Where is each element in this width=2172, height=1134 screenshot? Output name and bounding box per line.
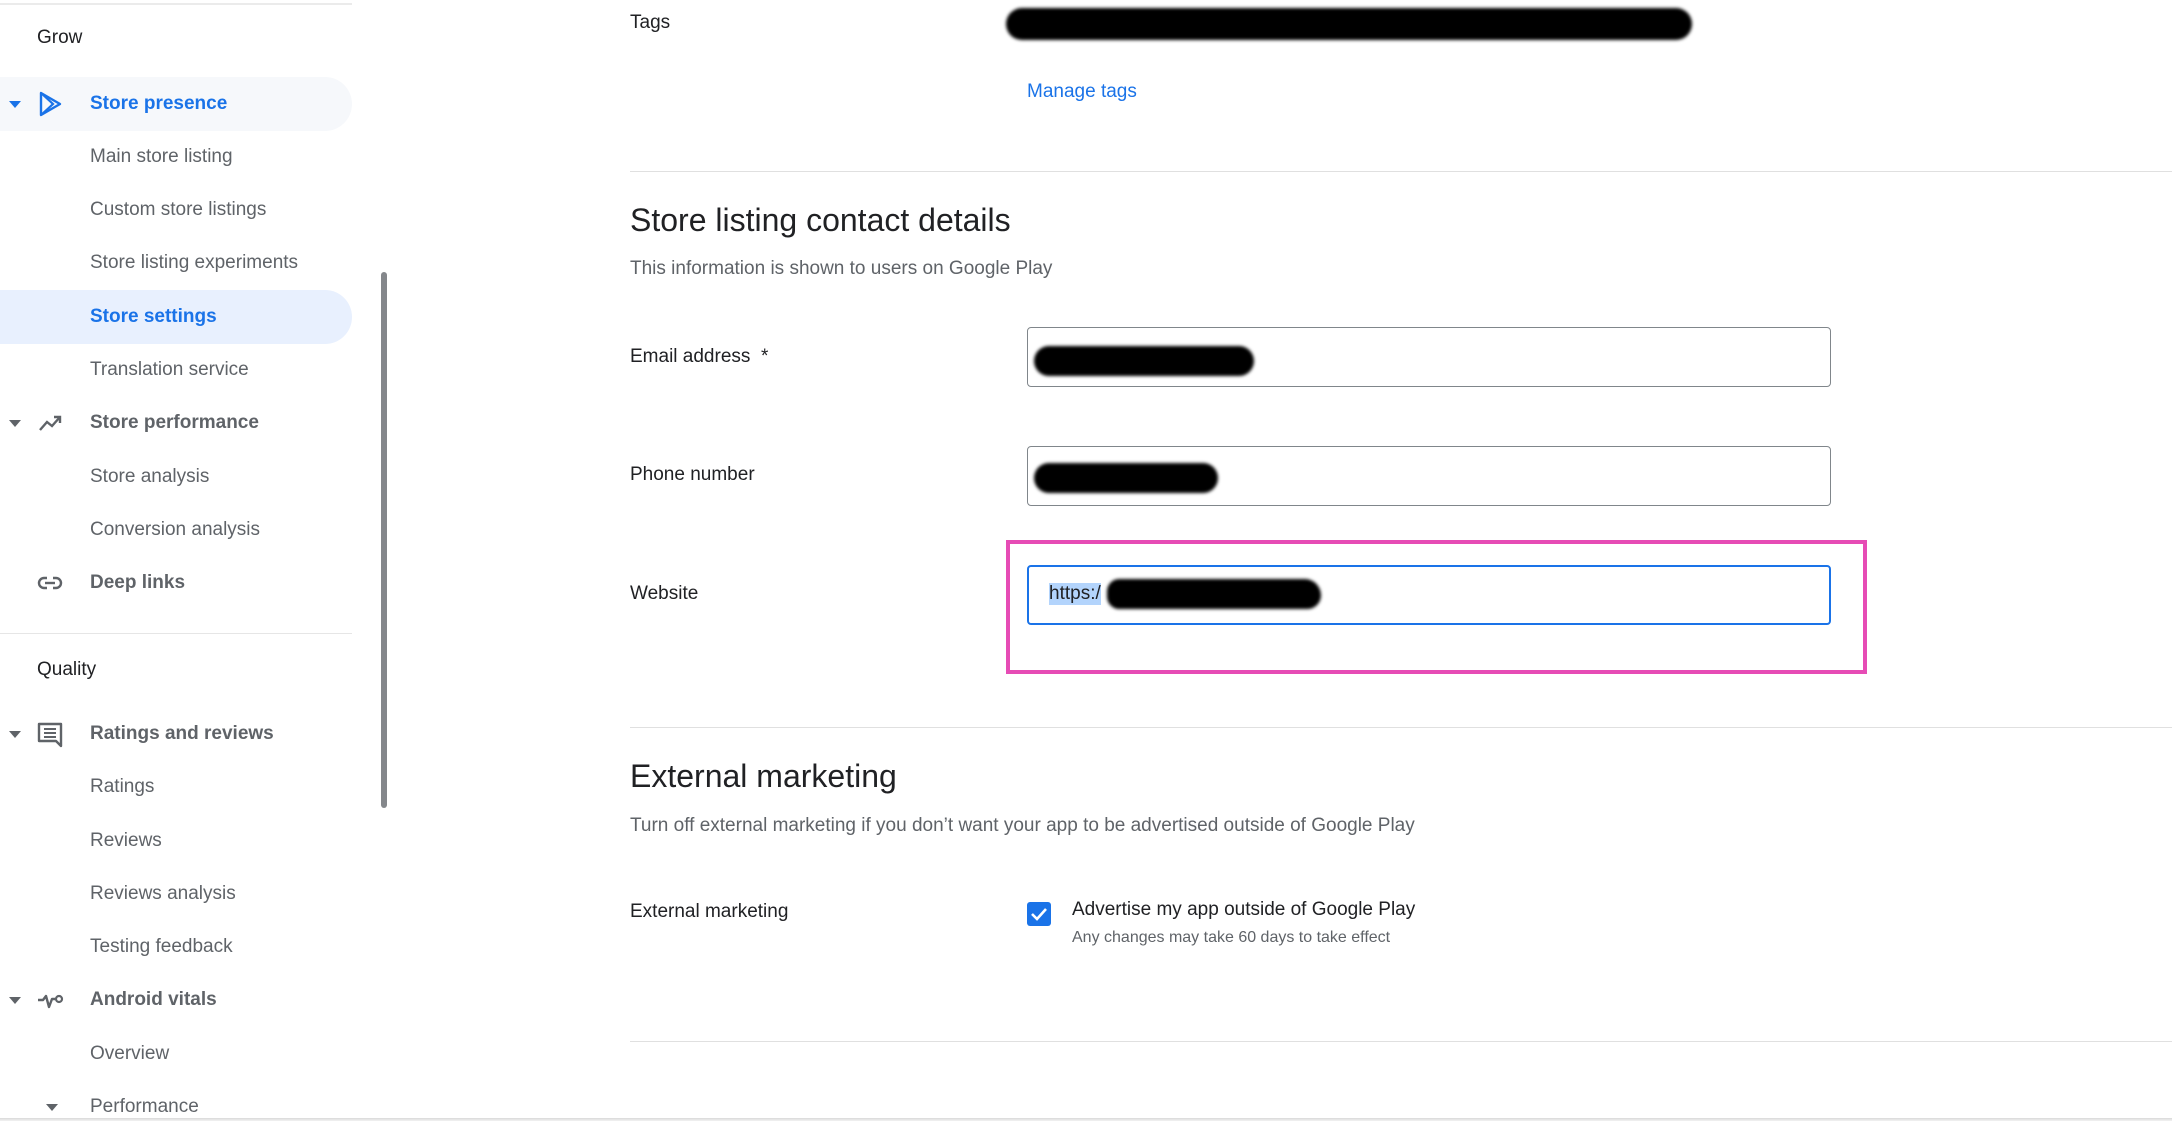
phone-field[interactable] [1027, 446, 1831, 506]
sidebar-item-store-performance[interactable]: Store performance [0, 396, 352, 450]
sidebar-item-overview[interactable]: Overview [0, 1027, 352, 1081]
play-store-icon [39, 91, 62, 117]
website-label: Website [630, 583, 699, 604]
website-value-redacted [1107, 579, 1321, 609]
email-label-text: Email address [630, 346, 751, 367]
sidebar-item-performance[interactable]: Performance [0, 1080, 352, 1134]
chevron-down-icon[interactable] [9, 996, 21, 1004]
email-field[interactable] [1027, 327, 1831, 387]
external-marketing-label: External marketing [630, 901, 789, 922]
section-title-grow: Grow [37, 27, 83, 48]
section-divider [630, 171, 2172, 172]
sidebar-item-store-presence[interactable]: Store presence [0, 77, 352, 131]
email-label: Email address * [630, 346, 768, 368]
sidebar-scrollbar[interactable] [381, 272, 387, 808]
email-value-redacted [1034, 346, 1254, 376]
sidebar-item-label: Main store listing [90, 146, 233, 167]
sidebar-item-label: Android vitals [90, 989, 217, 1010]
sidebar-item-label: Reviews analysis [90, 883, 236, 904]
sidebar-item-ratings[interactable]: Ratings [0, 760, 352, 814]
manage-tags-link[interactable]: Manage tags [1027, 81, 1137, 103]
sidebar-item-deep-links[interactable]: Deep links [0, 556, 352, 610]
vitals-icon [38, 994, 64, 1009]
section-divider [630, 727, 2172, 728]
chevron-down-icon[interactable] [9, 100, 21, 108]
sidebar-item-store-settings[interactable]: Store settings [0, 290, 352, 344]
sidebar-item-conversion-analysis[interactable]: Conversion analysis [0, 503, 352, 557]
sidebar-item-main-store-listing[interactable]: Main store listing [0, 130, 352, 184]
contact-details-subtitle: This information is shown to users on Go… [630, 258, 1053, 279]
external-marketing-subtitle: Turn off external marketing if you don’t… [630, 815, 1415, 836]
sidebar-divider [0, 633, 352, 634]
sidebar-item-store-listing-experiments[interactable]: Store listing experiments [0, 236, 352, 290]
tags-label: Tags [630, 12, 671, 33]
sidebar-item-testing-feedback[interactable]: Testing feedback [0, 920, 352, 974]
link-icon [37, 576, 63, 590]
chevron-down-icon[interactable] [9, 730, 21, 738]
required-mark: * [760, 346, 769, 367]
chevron-down-icon[interactable] [9, 419, 21, 427]
sidebar-item-reviews[interactable]: Reviews [0, 814, 352, 868]
sidebar-item-store-analysis[interactable]: Store analysis [0, 450, 352, 504]
advertise-checkbox[interactable] [1027, 902, 1051, 926]
phone-value-redacted [1034, 463, 1218, 493]
sidebar-item-label: Performance [90, 1096, 199, 1117]
sidebar-item-android-vitals[interactable]: Android vitals [0, 973, 352, 1027]
sidebar-item-label: Store performance [90, 412, 259, 433]
website-field[interactable]: https:/ [1027, 565, 1831, 625]
chevron-down-icon[interactable] [46, 1103, 58, 1111]
section-title-quality: Quality [37, 659, 97, 680]
sidebar-item-custom-store-listings[interactable]: Custom store listings [0, 183, 352, 237]
website-value-prefix: https:/ [1049, 583, 1101, 605]
section-divider [630, 1041, 2172, 1042]
sidebar-item-label: Deep links [90, 572, 186, 593]
sidebar-item-label: Reviews [90, 830, 162, 851]
phone-label: Phone number [630, 464, 755, 485]
sidebar-item-label: Store analysis [90, 466, 210, 487]
sidebar-item-label: Custom store listings [90, 199, 267, 220]
bottom-edge [0, 1118, 2172, 1121]
sidebar-item-translation-service[interactable]: Translation service [0, 343, 352, 397]
sidebar-item-label: Ratings [90, 776, 155, 797]
sidebar-item-ratings-and-reviews[interactable]: Ratings and reviews [0, 707, 352, 761]
external-marketing-heading: External marketing [630, 758, 897, 794]
sidebar-item-label: Store listing experiments [90, 252, 299, 273]
sidebar-item-label: Overview [90, 1043, 170, 1064]
sidebar-item-label: Testing feedback [90, 936, 233, 957]
reviews-icon [37, 722, 63, 748]
sidebar-nav: Grow Store presence Main store listing C… [0, 0, 352, 1120]
trending-up-icon [39, 415, 62, 431]
checkmark-icon [1031, 908, 1047, 921]
top-divider [0, 3, 352, 5]
sidebar-item-label: Ratings and reviews [90, 723, 274, 744]
advertise-helper-text: Any changes may take 60 days to take eff… [1072, 929, 1391, 946]
sidebar-item-label: Translation service [90, 359, 249, 380]
sidebar-item-label: Store settings [90, 306, 217, 327]
sidebar-item-label: Conversion analysis [90, 519, 261, 540]
sidebar-item-reviews-analysis[interactable]: Reviews analysis [0, 867, 352, 921]
sidebar-item-label: Store presence [90, 93, 228, 114]
advertise-checkbox-label[interactable]: Advertise my app outside of Google Play [1072, 899, 1415, 921]
contact-details-heading: Store listing contact details [630, 202, 1011, 238]
tags-value-redacted [1006, 8, 1692, 40]
